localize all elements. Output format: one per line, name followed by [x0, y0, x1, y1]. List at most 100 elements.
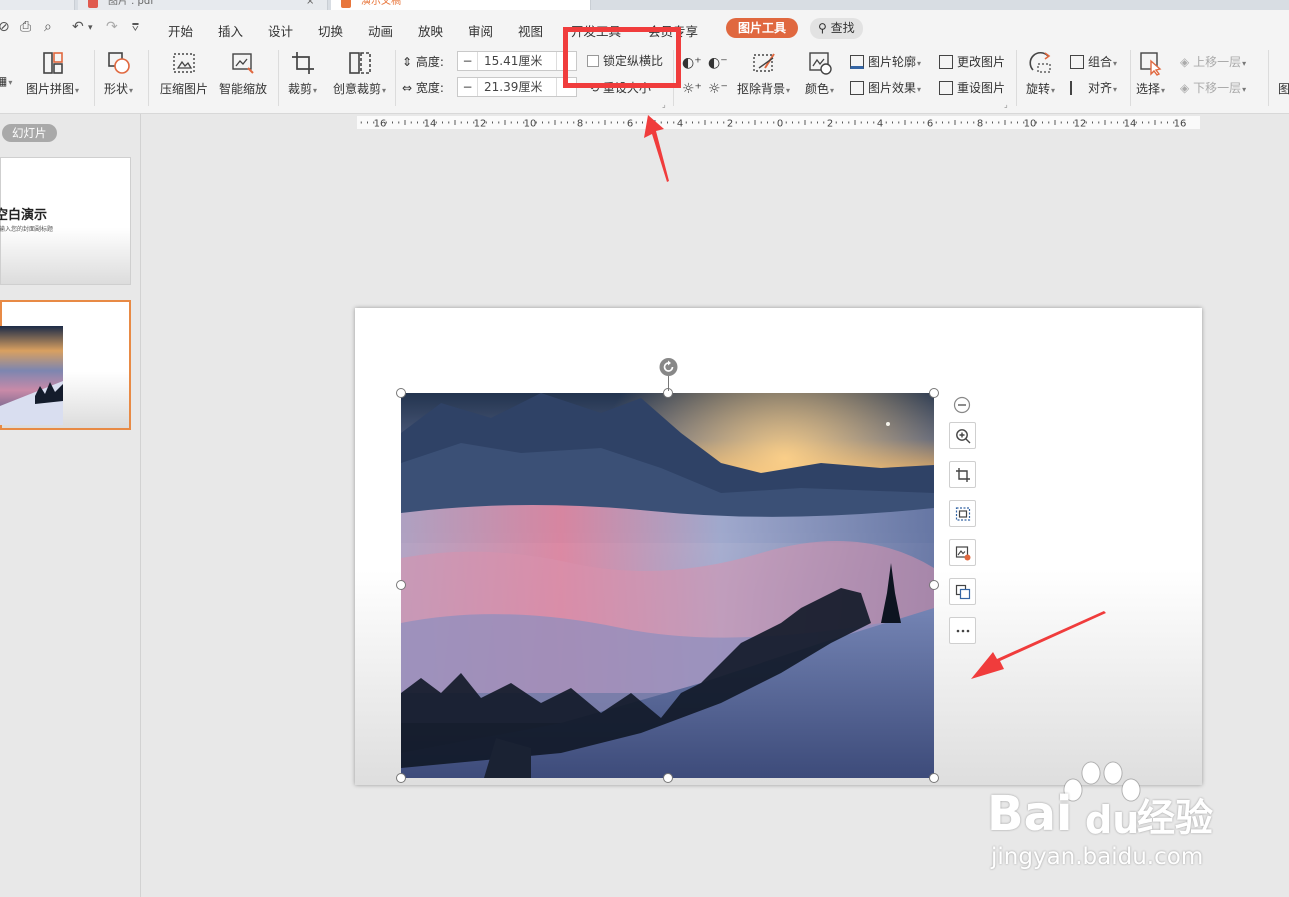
side-compress-button[interactable]	[949, 500, 976, 527]
slide-thumbnail-2[interactable]	[0, 300, 131, 430]
creative-crop-label: 创意裁剪	[333, 82, 382, 96]
compress-label: 压缩图片	[160, 82, 209, 96]
collapse-toolbar-icon[interactable]	[953, 396, 971, 414]
print-icon[interactable]: ⎙	[20, 19, 31, 35]
change-picture-label: 更改图片	[957, 55, 1006, 69]
annotation-arrow-left	[971, 611, 1106, 679]
rotate-icon	[1028, 51, 1051, 73]
tab-animations[interactable]: 动画	[368, 21, 393, 40]
document-tab-1[interactable]	[0, 0, 75, 10]
rotate-button[interactable]: 旋转▾	[1026, 50, 1055, 97]
zoom-in-button[interactable]	[949, 422, 976, 449]
customize-quick-access-icon[interactable]: ⩢	[132, 21, 139, 35]
group-icon	[1070, 55, 1084, 69]
tab-home[interactable]: 开始	[168, 21, 193, 40]
color-icon	[808, 52, 832, 75]
color-button[interactable]: 颜色▾	[805, 50, 834, 97]
picture-effect-button[interactable]: 图片效果▾	[850, 79, 921, 97]
dialog-launcher-icon[interactable]: ⌟	[662, 100, 666, 109]
baidu-jingyan-watermark: Bai du 经验 jingyan.baidu.com	[985, 760, 1285, 890]
remove-background-button[interactable]: 抠除背景▾	[737, 50, 790, 97]
group-button[interactable]: 组合▾	[1070, 53, 1117, 71]
brightness-decrease-icon[interactable]: ☼⁻	[708, 80, 728, 98]
contrast-increase-icon[interactable]: ◐⁺	[682, 54, 702, 72]
close-icon[interactable]: ×	[306, 0, 314, 8]
print-preview-icon[interactable]: ⌕	[44, 19, 52, 35]
height-stepper[interactable]: − 15.41厘米	[457, 51, 577, 71]
select-button[interactable]: 选择▾	[1136, 50, 1165, 97]
document-tab-presentation[interactable]: 演示文稿	[331, 0, 591, 10]
smart-zoom-button[interactable]: 智能缩放	[219, 50, 267, 97]
slide-thumbnail-subtitle: 输入您的封面副标题	[0, 226, 54, 233]
smart-zoom-icon	[232, 53, 254, 74]
ruler-label: 2	[827, 119, 833, 130]
resize-handle-top-left[interactable]	[396, 388, 406, 398]
width-value[interactable]: 21.39厘米	[484, 78, 542, 96]
ruler-label: 0	[777, 119, 783, 130]
tab-design[interactable]: 设计	[268, 21, 293, 40]
tab-picture-tools[interactable]: 图片工具	[726, 18, 799, 38]
ruler-label: 16	[374, 119, 387, 130]
reset-picture-icon	[939, 81, 953, 95]
select-label: 选择	[1136, 82, 1161, 96]
outline-icon	[850, 55, 864, 69]
send-backward-label: 下移一层	[1193, 81, 1242, 95]
ruler-label: 8	[577, 119, 583, 130]
crop-icon	[956, 468, 970, 482]
picture-outline-button[interactable]: 图片轮廓▾	[850, 53, 921, 71]
resize-handle-left[interactable]	[396, 580, 406, 590]
change-picture-button[interactable]: 更改图片	[939, 53, 1005, 71]
color-label: 颜色	[805, 82, 830, 96]
change-picture-icon	[955, 584, 971, 600]
resize-handle-right[interactable]	[929, 580, 939, 590]
compress-picture-button[interactable]: 压缩图片	[160, 50, 208, 97]
ribbon-partial-item[interactable]: ▦▾	[0, 74, 12, 88]
width-stepper[interactable]: − 21.39厘米	[457, 77, 577, 97]
tab-slideshow[interactable]: 放映	[418, 21, 443, 40]
align-button[interactable]: 对齐▾	[1070, 79, 1117, 97]
width-decrease-button[interactable]: −	[458, 78, 478, 96]
tab-review[interactable]: 审阅	[468, 21, 493, 40]
tab-label: 图片 . pdf	[108, 0, 154, 7]
link-icon[interactable]: ⊘	[0, 19, 10, 35]
side-crop-button[interactable]	[949, 461, 976, 488]
tab-label: 演示文稿	[361, 0, 401, 7]
reset-picture-button[interactable]: 重设图片	[939, 79, 1005, 97]
shape-button[interactable]: 形状▾	[104, 50, 133, 97]
chevron-down-icon[interactable]: ▾	[88, 23, 93, 33]
dialog-launcher-icon[interactable]: ⌟	[1004, 100, 1008, 109]
resize-handle-bottom-right[interactable]	[929, 773, 939, 783]
tab-insert[interactable]: 插入	[218, 21, 243, 40]
brightness-increase-icon[interactable]: ☼⁺	[682, 80, 702, 98]
watermark-cn: 经验	[1137, 796, 1214, 840]
ruler-label: 16	[1174, 119, 1187, 130]
resize-handle-top-right[interactable]	[929, 388, 939, 398]
picture-collage-button[interactable]: 图片拼图▾	[26, 50, 79, 97]
side-picture-effect-button[interactable]	[949, 539, 976, 566]
undo-icon[interactable]: ↶	[72, 19, 84, 35]
creative-crop-button[interactable]: 创意裁剪▾	[333, 50, 386, 97]
crop-button[interactable]: 裁剪▾	[288, 50, 317, 97]
height-decrease-button[interactable]: −	[458, 52, 478, 70]
ribbon-overflow-item[interactable]: 图	[1278, 80, 1289, 98]
slide-thumbnail-1[interactable]: 空白演示 输入您的封面副标题	[0, 157, 131, 285]
document-tab-pdf[interactable]: 图片 . pdf ×	[78, 0, 328, 10]
contrast-decrease-icon[interactable]: ◐⁻	[708, 54, 728, 72]
ruler-label: 2	[727, 119, 733, 130]
tab-transitions[interactable]: 切换	[318, 21, 343, 40]
annotation-arrow-up	[644, 115, 669, 182]
search-box[interactable]: ⚲ 查找	[810, 18, 863, 39]
resize-handle-bottom-left[interactable]	[396, 773, 406, 783]
title-bar: 图片 . pdf × 演示文稿	[0, 0, 1289, 10]
width-icon: ⇔	[402, 81, 413, 95]
watermark-brand: Bai	[987, 786, 1073, 842]
slides-tab[interactable]: 幻灯片	[2, 124, 57, 142]
collage-icon	[42, 52, 63, 74]
ruler-label: 10	[524, 119, 537, 130]
selected-picture[interactable]	[401, 393, 934, 778]
tab-view[interactable]: 视图	[518, 21, 543, 40]
resize-handle-bottom[interactable]	[663, 773, 673, 783]
rotate-handle-icon[interactable]	[658, 357, 679, 393]
side-change-picture-button[interactable]	[949, 578, 976, 605]
height-value[interactable]: 15.41厘米	[484, 52, 542, 70]
